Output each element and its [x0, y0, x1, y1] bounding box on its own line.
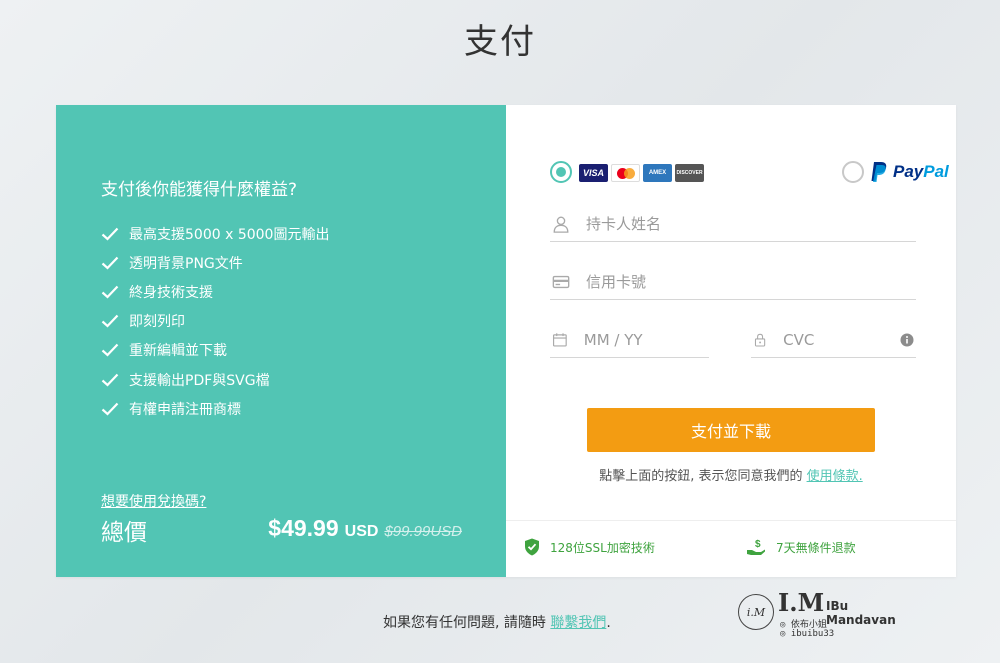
watermark-brand: I.M	[778, 588, 825, 617]
card-number-input[interactable]	[586, 272, 916, 291]
calendar-icon	[552, 332, 567, 346]
footer-text: 如果您有任何問題, 請隨時	[383, 615, 546, 631]
benefit-item: 終身技術支援	[101, 277, 329, 306]
footer-contact: 如果您有任何問題, 請隨時 聯繫我們.	[383, 612, 611, 632]
benefit-item: 透明背景PNG文件	[101, 248, 329, 277]
price-amount: $49.99	[268, 515, 339, 541]
check-icon	[101, 373, 119, 387]
check-icon	[101, 402, 119, 416]
contact-us-link[interactable]: 聯繫我們	[550, 615, 606, 631]
benefit-text: 終身技術支援	[129, 284, 213, 301]
refund-badge: $ 7天無條件退款	[746, 538, 856, 556]
benefit-item: 支援輸出PDF與SVG檔	[101, 365, 329, 394]
paypal-icon	[871, 162, 887, 182]
terms-notice: 點擊上面的按鈕, 表示您同意我們的 使用條款.	[506, 465, 956, 484]
expiry-field	[550, 322, 709, 358]
watermark-name: IBu Mandavan	[826, 599, 896, 627]
cvc-input[interactable]	[783, 330, 900, 349]
benefit-text: 支援輸出PDF與SVG檔	[129, 372, 270, 389]
svg-text:$: $	[755, 539, 761, 550]
watermark-logo: i.M I.M IBu Mandavan ◎ 依布小姐 ◎ ibuibu33	[738, 588, 918, 643]
visa-icon: VISA	[579, 164, 608, 182]
footer-period: .	[606, 615, 611, 631]
credit-card-icon	[552, 275, 570, 288]
shield-check-icon	[525, 538, 539, 556]
benefits-title: 支付後你能獲得什麼權益?	[101, 180, 298, 200]
check-icon	[101, 227, 119, 241]
cvc-field	[751, 322, 916, 358]
card-brand-logos: VISA AMEX DISCOVER	[579, 164, 704, 182]
lock-icon	[754, 333, 766, 347]
payment-method-row: VISA AMEX DISCOVER PayPal	[550, 161, 949, 185]
benefit-item: 有權申請注冊商標	[101, 394, 329, 423]
cardholder-name-input[interactable]	[586, 214, 916, 233]
benefit-item: 最高支援5000 x 5000圖元輸出	[101, 219, 329, 248]
refund-badge-text: 7天無條件退款	[776, 540, 856, 555]
money-hand-icon: $	[747, 539, 765, 555]
terms-text: 點擊上面的按鈕, 表示您同意我們的	[599, 469, 803, 484]
watermark-line-2: ◎ ibuibu33	[780, 629, 835, 639]
terms-link[interactable]: 使用條款.	[807, 469, 863, 484]
mastercard-icon	[611, 164, 640, 182]
user-icon	[553, 216, 569, 233]
total-label: 總價	[101, 520, 147, 546]
payment-panel: VISA AMEX DISCOVER PayPal 持卡人姓名 信用卡號 MM …	[506, 105, 956, 577]
benefit-text: 重新編輯並下載	[129, 343, 227, 360]
benefit-item: 即刻列印	[101, 307, 329, 336]
benefit-text: 最高支援5000 x 5000圖元輸出	[129, 226, 330, 243]
expiry-input[interactable]	[583, 330, 709, 349]
paypal-method-radio[interactable]	[842, 161, 864, 183]
paypal-pal-text: Pal	[923, 162, 949, 181]
check-icon	[101, 344, 119, 357]
watermark-circle: i.M	[738, 594, 774, 630]
benefit-text: 透明背景PNG文件	[129, 255, 243, 272]
benefit-text: 即刻列印	[129, 314, 185, 331]
check-icon	[101, 314, 119, 328]
ssl-badge: 128位SSL加密技術	[524, 538, 655, 556]
amex-icon: AMEX	[643, 164, 672, 182]
discover-icon: DISCOVER	[675, 164, 704, 182]
checkout-card: 支付後你能獲得什麼權益? 最高支援5000 x 5000圖元輸出 透明背景PNG…	[56, 105, 956, 577]
divider	[506, 520, 956, 521]
page-title: 支付	[464, 22, 536, 62]
card-number-field	[550, 264, 916, 300]
benefit-item: 重新編輯並下載	[101, 336, 329, 365]
ssl-badge-text: 128位SSL加密技術	[550, 540, 655, 555]
benefits-list: 最高支援5000 x 5000圖元輸出 透明背景PNG文件 終身技術支援 即刻列…	[101, 219, 329, 423]
cardholder-name-field	[550, 206, 916, 242]
check-icon	[101, 256, 119, 270]
price-currency: USD	[344, 523, 379, 540]
price-block: $49.99 USD $99.99USD	[268, 515, 462, 542]
benefit-text: 有權申請注冊商標	[129, 401, 241, 418]
coupon-link[interactable]: 想要使用兌換碼?	[101, 491, 206, 511]
check-icon	[101, 285, 119, 299]
pay-and-download-button[interactable]: 支付並下載	[587, 408, 875, 452]
paypal-pay-text: Pay	[893, 162, 924, 181]
info-icon[interactable]	[900, 333, 914, 347]
original-price: $99.99USD	[384, 523, 462, 540]
benefits-panel: 支付後你能獲得什麼權益? 最高支援5000 x 5000圖元輸出 透明背景PNG…	[56, 105, 506, 577]
card-method-radio[interactable]	[550, 161, 572, 183]
paypal-logo[interactable]: PayPal	[870, 161, 949, 183]
